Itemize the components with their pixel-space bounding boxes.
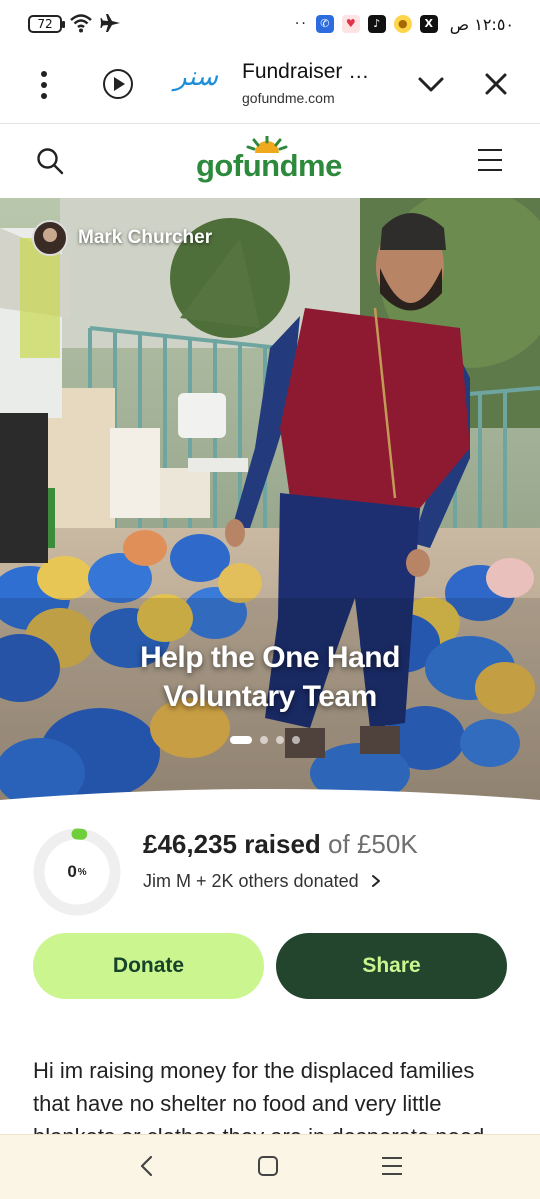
phone-app-icon: ✆ [315,15,334,33]
donors-text: Jim M + 2K others donated [143,871,359,891]
close-icon[interactable] [482,70,510,98]
donate-button[interactable]: Donate [33,933,264,999]
progress-percent-sign: % [77,866,87,878]
airplane-icon [100,14,120,32]
share-button[interactable]: Share [276,933,507,999]
home-icon[interactable] [258,1156,278,1176]
tiktok-icon: ♪ [367,15,386,33]
more-vert-icon[interactable] [32,68,56,102]
circle-app-icon: ● [393,15,412,33]
heart-app-icon: ♥ [341,15,360,33]
campaign-title-line-1: Help the One Hand [140,641,400,674]
browser-page-title[interactable]: Fundraiser … [242,60,392,84]
site-header: gofundme [0,124,540,198]
organizer-name: Mark Churcher [78,227,213,248]
raised-summary: £46,235 raised of £50K [143,829,418,860]
recents-icon[interactable] [382,1156,402,1176]
status-bar: 72 ·· ✆ ♥ ♪ ● X ١٢:٥٠ ص [0,0,540,48]
hero-photo [0,198,540,810]
goal-amount: of £50K [328,829,418,859]
organizer[interactable]: Mark Churcher [32,220,212,256]
hero-bottom-curve [0,789,540,810]
carousel-dot-2[interactable] [260,736,268,744]
hero-image[interactable]: Mark Churcher Help the One Hand Voluntar… [0,198,540,810]
campaign-title: Help the One Hand Voluntary Team [0,638,540,716]
notification-dots: ·· [294,16,308,32]
browser-url[interactable]: gofundme.com [242,90,335,106]
gofundme-logo[interactable]: gofundme [196,136,346,188]
system-nav-bar [0,1134,540,1199]
battery-level: 72 [37,17,53,31]
progress-percent: 0% [33,828,121,916]
logo-wordmark: gofundme [196,148,342,183]
x-app-icon: X [419,15,438,33]
play-icon[interactable] [103,69,133,99]
search-icon[interactable] [36,147,64,175]
carousel-dots [230,736,300,744]
donate-button-label: Donate [112,954,185,977]
donors-link[interactable]: Jim M + 2K others donated [143,871,382,892]
carousel-dot-3[interactable] [276,736,284,744]
campaign-title-line-2: Voluntary Team [163,680,377,713]
battery-icon: 72 [28,15,65,33]
share-button-label: Share [362,954,421,977]
back-icon[interactable] [138,1155,156,1177]
chevron-down-icon[interactable] [417,70,445,98]
browser-site-logo: سنر [174,62,218,92]
carousel-dot-4[interactable] [292,736,300,744]
hamburger-menu-icon[interactable] [478,149,502,171]
wifi-icon [70,14,92,33]
browser-bar: سنر Fundraiser … gofundme.com [0,48,540,124]
chevron-right-icon [371,875,380,887]
avatar [32,220,68,256]
carousel-dot-1[interactable] [230,736,252,744]
clock: ١٢:٥٠ ص [449,14,514,34]
progress-percent-value: 0 [67,862,77,881]
raised-amount: £46,235 raised [143,829,321,859]
